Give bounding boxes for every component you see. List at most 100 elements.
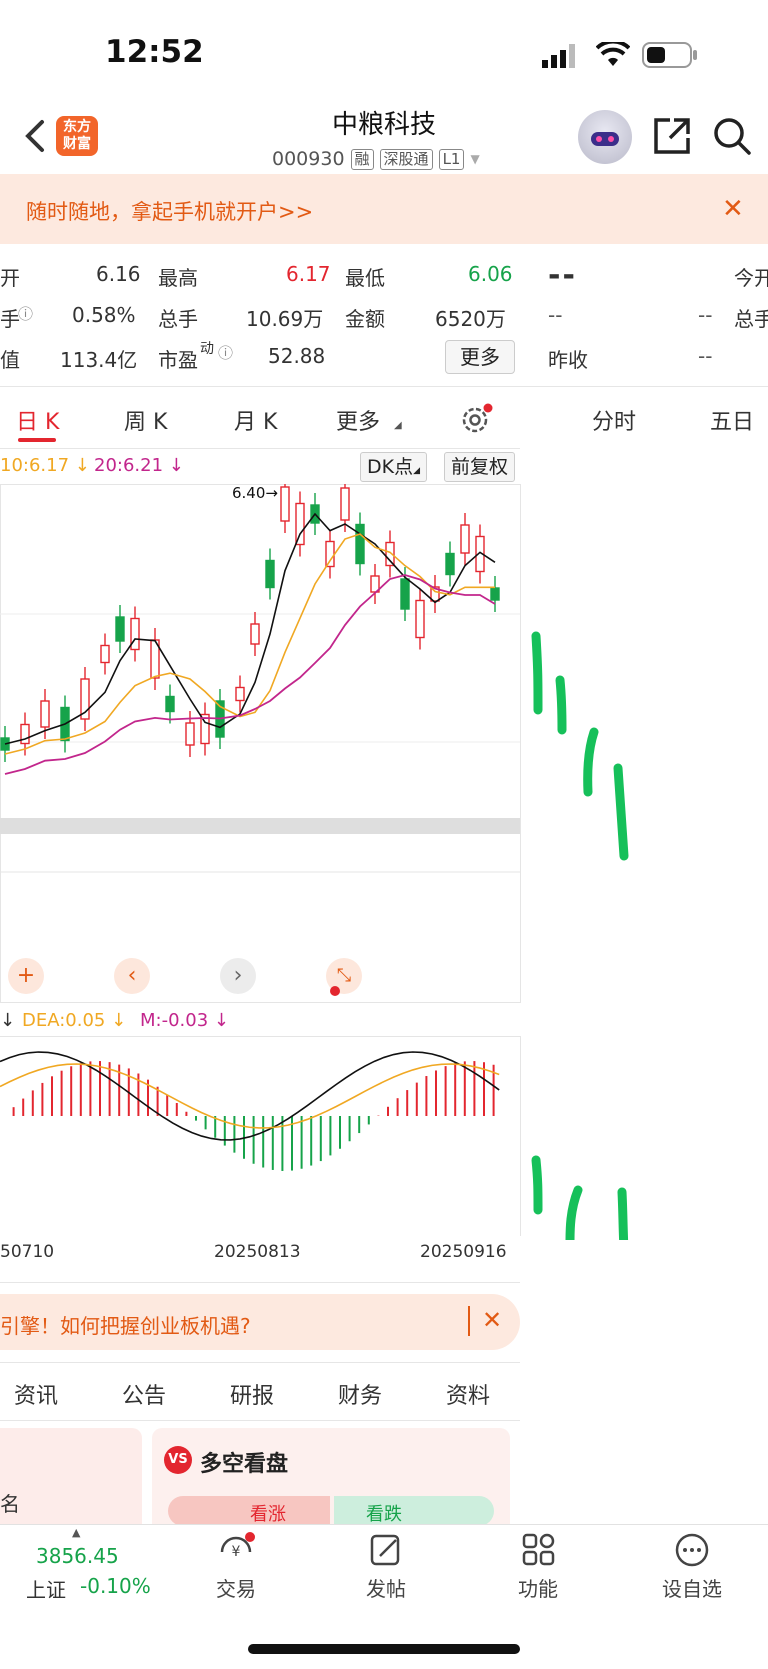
share-icon[interactable] bbox=[652, 116, 692, 160]
dea-label: DEA:0.05 ↓ bbox=[22, 1010, 127, 1031]
add-watchlist-label: 设自选 bbox=[662, 1577, 722, 1601]
label-total-volume: 总手 bbox=[734, 307, 768, 331]
stock-code: 000930 bbox=[272, 148, 345, 170]
news-banner-text[interactable]: 引擎！如何把握创业板机遇? bbox=[0, 1310, 251, 1339]
stock-subtitle: 000930 融 深股通 L1 ▼ bbox=[272, 148, 480, 170]
chevron-right-icon[interactable]: › bbox=[220, 958, 256, 994]
dk-point-label: DK点 bbox=[367, 456, 414, 478]
more-dots-icon bbox=[675, 1533, 709, 1567]
candle bbox=[460, 524, 470, 554]
candle bbox=[295, 502, 305, 546]
chevron-left-icon[interactable]: ‹ bbox=[114, 958, 150, 994]
post-button[interactable]: 发帖 bbox=[356, 1532, 416, 1602]
label-today-open: 今开 bbox=[734, 266, 768, 290]
trade-icon: ¥ bbox=[220, 1532, 255, 1560]
value-amount: 6520万 bbox=[435, 307, 506, 331]
tab-more[interactable]: 更多 bbox=[336, 404, 380, 436]
tab-finance[interactable]: 财务 bbox=[338, 1378, 382, 1410]
value-turnover: 0.58% bbox=[72, 303, 136, 327]
svg-text:¥: ¥ bbox=[232, 1544, 241, 1560]
adjust-button[interactable]: 前复权 bbox=[444, 452, 516, 482]
kline-chart[interactable] bbox=[0, 484, 522, 1004]
value-open: 6.16 bbox=[96, 262, 141, 286]
tab-research[interactable]: 研报 bbox=[230, 1378, 274, 1410]
candle bbox=[185, 722, 195, 746]
divider bbox=[0, 448, 520, 449]
bull-bear-title: 多空看盘 bbox=[200, 1452, 289, 1477]
candle bbox=[40, 700, 50, 728]
value-high: 6.17 bbox=[286, 262, 331, 286]
notify-dot bbox=[330, 986, 340, 996]
candle bbox=[20, 723, 30, 745]
caret-up-icon[interactable]: ▲ bbox=[72, 1526, 80, 1539]
info-icon[interactable]: ⓘ bbox=[18, 303, 33, 324]
dk-point-button[interactable]: DK点◢ bbox=[360, 452, 428, 482]
tab-intraday[interactable]: 分时 bbox=[592, 404, 636, 436]
x-date-2: 20250813 bbox=[214, 1242, 301, 1262]
separator bbox=[468, 1306, 470, 1336]
ma20-label: 20:6.21 ↓ bbox=[94, 455, 184, 476]
ma10-label: 10:6.17 ↓ bbox=[0, 455, 90, 476]
value-low: 6.06 bbox=[468, 262, 513, 286]
candle bbox=[325, 540, 335, 568]
function-label: 功能 bbox=[518, 1577, 558, 1601]
handwritten-marks bbox=[531, 631, 629, 1240]
divider bbox=[0, 1282, 520, 1283]
candle bbox=[355, 523, 365, 565]
trade-button[interactable]: ¥ 交易 bbox=[206, 1532, 266, 1602]
macd-chart[interactable] bbox=[0, 1036, 522, 1236]
label-turnover: 手 bbox=[0, 307, 20, 331]
app-screen: 12:52 东方 财富 中粮科技 000930 融 深股通 L1 ▼ 随时随地，… bbox=[0, 0, 768, 1669]
tab-day-k[interactable]: 日 K bbox=[16, 404, 59, 436]
home-indicator bbox=[248, 1644, 520, 1654]
ma10-line bbox=[4, 533, 495, 755]
label-high: 最高 bbox=[158, 266, 198, 290]
add-icon[interactable]: + bbox=[8, 958, 44, 994]
label-pe: 市盈 bbox=[158, 348, 198, 372]
label-prev-close: 昨收 bbox=[548, 348, 588, 372]
peak-annotation: 6.40→ bbox=[232, 484, 278, 502]
divider bbox=[0, 386, 768, 387]
account-banner-text[interactable]: 随时随地，拿起手机就开户>> bbox=[26, 196, 313, 226]
index-name: 上证 bbox=[26, 1578, 66, 1602]
tag-level: L1 bbox=[438, 148, 465, 170]
tab-five-day[interactable]: 五日 bbox=[710, 404, 754, 436]
left-card[interactable] bbox=[0, 1428, 142, 1524]
tab-profile[interactable]: 资料 bbox=[446, 1378, 490, 1410]
candle bbox=[100, 644, 110, 664]
settings-icon[interactable] bbox=[460, 402, 494, 440]
label-open: 开 bbox=[0, 266, 20, 290]
caret-icon: ◢ bbox=[394, 420, 402, 431]
tab-month-k[interactable]: 月 K bbox=[234, 404, 277, 436]
wifi-icon bbox=[595, 39, 631, 72]
value-pe: 52.88 bbox=[268, 344, 326, 368]
edit-icon bbox=[370, 1534, 400, 1566]
info-icon[interactable]: ⓘ bbox=[218, 342, 233, 363]
caret-icon: ◢ bbox=[413, 466, 421, 476]
tab-week-k[interactable]: 周 K bbox=[124, 404, 167, 436]
bear-button[interactable] bbox=[334, 1496, 494, 1526]
function-button[interactable]: 功能 bbox=[508, 1532, 568, 1602]
battery-icon bbox=[642, 42, 698, 72]
robot-avatar-icon[interactable] bbox=[578, 110, 632, 164]
index-change: -0.10% bbox=[80, 1574, 151, 1598]
bull-button[interactable] bbox=[168, 1496, 330, 1526]
add-watchlist-button[interactable]: 设自选 bbox=[654, 1532, 730, 1602]
x-date-1: 50710 bbox=[0, 1242, 55, 1262]
search-icon[interactable] bbox=[712, 116, 752, 160]
tab-announcements[interactable]: 公告 bbox=[122, 1378, 166, 1410]
more-quote-button[interactable]: 更多 bbox=[445, 340, 515, 374]
divider bbox=[0, 1362, 520, 1363]
caret-down-icon[interactable]: ▼ bbox=[470, 152, 479, 166]
value-mcap: 113.4亿 bbox=[60, 348, 138, 372]
tab-news[interactable]: 资讯 bbox=[14, 1378, 58, 1410]
close-icon[interactable]: ✕ bbox=[722, 196, 744, 222]
left-card-label: 名 bbox=[0, 1492, 20, 1516]
candle bbox=[340, 487, 350, 521]
tag-margin: 融 bbox=[350, 148, 374, 170]
close-icon[interactable]: ✕ bbox=[482, 1306, 502, 1334]
status-time: 12:52 bbox=[105, 34, 204, 70]
macd-arrow: ↓ bbox=[0, 1010, 16, 1031]
index-value[interactable]: 3856.45 bbox=[36, 1544, 119, 1568]
label-volume: 总手 bbox=[158, 307, 198, 331]
